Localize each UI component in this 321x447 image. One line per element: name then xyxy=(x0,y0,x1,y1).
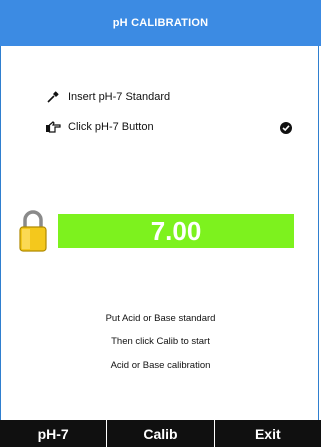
softkey-label: pH-7 xyxy=(37,425,69,442)
instruction-line: Put Acid or Base standard xyxy=(105,313,216,324)
step-click-ph7: Click pH-7 Button xyxy=(44,118,154,136)
title-bar: pH CALIBRATION xyxy=(0,0,321,46)
calib-button[interactable]: Calib xyxy=(106,420,213,447)
ph-value: 7.00 xyxy=(150,215,202,246)
softkey-label: Calib xyxy=(143,425,178,442)
ph7-button[interactable]: pH-7 xyxy=(0,420,106,447)
step-label: Insert pH-7 Standard xyxy=(68,91,171,103)
instruction-line: Then click Calib to start xyxy=(111,336,210,347)
exit-button[interactable]: Exit xyxy=(213,420,321,447)
ph-reading-display: 7.00 xyxy=(58,214,294,248)
page-title: pH CALIBRATION xyxy=(112,17,209,29)
pointing-hand-icon xyxy=(44,120,62,134)
dropper-icon xyxy=(44,90,62,104)
instruction-line: Acid or Base calibration xyxy=(110,360,211,371)
check-circle-icon xyxy=(280,121,292,134)
softkey-bar: pH-7 Calib Exit xyxy=(0,420,321,447)
step-insert-standard: Insert pH-7 Standard xyxy=(44,88,170,106)
softkey-label: Exit xyxy=(254,425,281,442)
lock-icon xyxy=(18,208,48,252)
step-label: Click pH-7 Button xyxy=(68,121,154,133)
